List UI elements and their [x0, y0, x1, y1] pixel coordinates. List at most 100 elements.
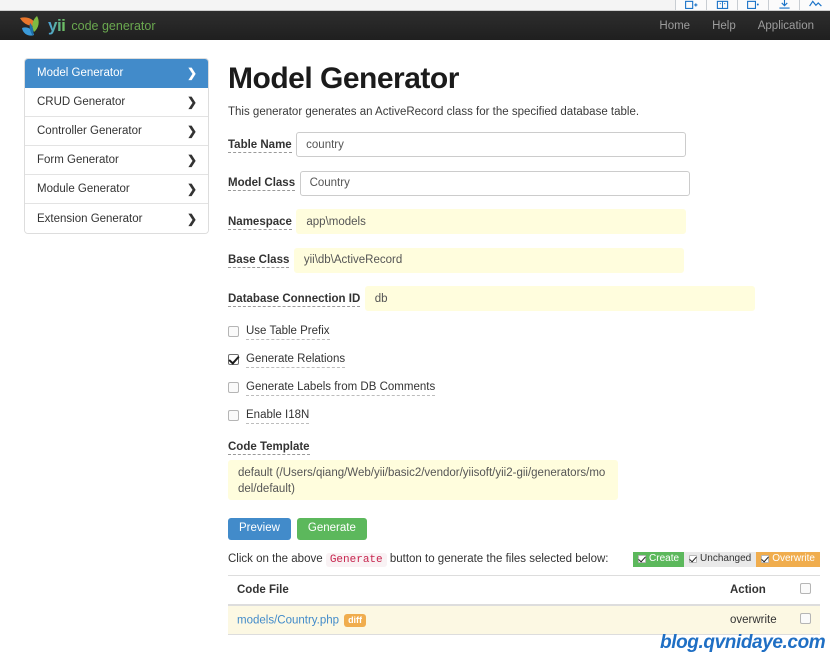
browser-toolbar [0, 0, 830, 11]
sidebar-item-extension-generator[interactable]: Extension Generator ❯ [25, 204, 208, 233]
nav-link-home[interactable]: Home [659, 20, 690, 32]
brand[interactable]: yii code generator [19, 14, 156, 38]
field-label: Model Class [228, 177, 296, 191]
checked-checkbox-icon [638, 555, 647, 563]
field-namespace: Namespace [228, 209, 820, 235]
column-header-code-file: Code File [228, 575, 721, 606]
checkbox-box[interactable] [228, 353, 239, 365]
code-file-link[interactable]: models/Country.php [237, 614, 339, 626]
field-model-class: Model Class [228, 170, 820, 197]
field-table-name: Table Name [228, 132, 820, 158]
nav-link-help[interactable]: Help [712, 20, 736, 32]
window-icon[interactable] [737, 0, 768, 10]
chevron-right-icon: ❯ [186, 95, 197, 109]
sidebar-item-module-generator[interactable]: Module Generator ❯ [25, 175, 208, 204]
sidebar-item-label: Form Generator [37, 154, 119, 166]
diff-badge[interactable]: diff [344, 613, 367, 627]
action-buttons: Preview Generate [228, 517, 820, 540]
page-root: yii code generator Home Help Application… [0, 0, 830, 662]
field-db-connection-id: Database Connection ID [228, 286, 820, 312]
chevron-right-icon: ❯ [186, 66, 197, 80]
preview-button[interactable]: Preview [228, 517, 291, 540]
code-template-input[interactable]: default (/Users/qiang/Web/yii/basic2/ven… [228, 459, 618, 500]
sidebar-item-crud-generator[interactable]: CRUD Generator ❯ [25, 88, 208, 117]
table-header-row: Code File Action [228, 575, 820, 606]
row-checkbox[interactable] [800, 613, 811, 624]
table-name-input[interactable] [296, 132, 687, 157]
checkbox-box[interactable] [228, 325, 239, 337]
generate-button[interactable]: Generate [296, 517, 367, 540]
column-header-select-all [791, 575, 820, 606]
legend-label: Unchanged [700, 553, 752, 564]
checkbox-box[interactable] [228, 381, 239, 393]
top-navbar: yii code generator Home Help Application [0, 11, 830, 40]
brand-tagline: code generator [71, 19, 156, 33]
sidebar-item-form-generator[interactable]: Form Generator ❯ [25, 146, 208, 175]
checkbox-label: Generate Relations [246, 353, 346, 368]
main-content: Model Generator This generator generates… [228, 62, 820, 635]
cell-action: overwrite [721, 605, 791, 635]
chevron-right-icon: ❯ [186, 153, 197, 167]
checkbox-generate-relations[interactable]: Generate Relations [228, 353, 820, 368]
cell-code-file: models/Country.php diff [228, 605, 721, 635]
checkbox-label: Use Table Prefix [246, 325, 330, 340]
field-label: Namespace [228, 215, 292, 230]
sidebar-item-label: Model Generator [37, 67, 124, 79]
column-header-action: Action [721, 575, 791, 606]
sidebar-item-controller-generator[interactable]: Controller Generator ❯ [25, 117, 208, 146]
nav-links: Home Help Application [659, 11, 814, 40]
checked-checkbox-icon [761, 555, 770, 563]
sidebar-item-label: Extension Generator [37, 212, 143, 225]
checkbox-enable-i18n[interactable]: Enable I18N [228, 409, 820, 424]
cell-select [791, 605, 820, 635]
select-all-checkbox[interactable] [800, 583, 811, 594]
checkbox-label: Enable I18N [246, 409, 310, 424]
brand-wordmark: yii [48, 16, 66, 35]
sidebar-item-label: Controller Generator [37, 125, 142, 137]
chevron-right-icon: ❯ [186, 182, 197, 196]
download-icon[interactable] [768, 0, 799, 10]
checkbox-use-table-prefix[interactable]: Use Table Prefix [228, 325, 820, 340]
field-code-template: Code Template default (/Users/qiang/Web/… [228, 437, 820, 500]
model-class-input[interactable] [299, 170, 690, 196]
legend-overwrite[interactable]: Overwrite [756, 552, 820, 567]
page-description: This generator generates an ActiveRecord… [228, 106, 640, 118]
chevron-right-icon: ❯ [186, 124, 197, 138]
namespace-input[interactable] [296, 209, 687, 234]
hint-before: Click on the above [228, 553, 323, 565]
legend-create[interactable]: Create [633, 552, 685, 567]
base-class-input[interactable] [293, 247, 684, 273]
field-label: Database Connection ID [228, 292, 361, 307]
checkbox-label: Generate Labels from DB Comments [246, 381, 436, 396]
watermark: blog.qvnidaye.com [660, 632, 826, 653]
sidebar-item-label: CRUD Generator [37, 96, 126, 108]
generator-sidebar: Model Generator ❯ CRUD Generator ❯ Contr… [24, 58, 209, 234]
checkbox-generate-labels-from-db-comments[interactable]: Generate Labels from DB Comments [228, 381, 820, 396]
checkbox-box[interactable] [228, 409, 239, 421]
table-row: models/Country.php diff overwrite [228, 605, 820, 635]
hint-after: button to generate the files selected be… [389, 553, 609, 565]
page-title: Model Generator [228, 62, 459, 95]
field-label: Code Template [228, 440, 310, 455]
legend-label: Overwrite [772, 553, 815, 564]
generate-hint: Click on the above Generate button to ge… [228, 553, 609, 567]
checked-checkbox-icon [689, 555, 698, 563]
legend-label: Create [649, 553, 680, 564]
chevron-right-icon: ❯ [186, 211, 197, 226]
field-label: Table Name [228, 138, 292, 153]
generate-hint-row: Click on the above Generate button to ge… [228, 552, 820, 567]
yii-leaf-logo [20, 15, 39, 36]
sidebar-item-label: Module Generator [37, 183, 130, 195]
legend-unchanged[interactable]: Unchanged [684, 552, 757, 567]
new-tab-icon[interactable] [675, 0, 706, 10]
book-icon[interactable] [706, 0, 737, 10]
status-legend: Create Unchanged Overwrite [633, 552, 820, 567]
nav-link-application[interactable]: Application [758, 20, 814, 32]
code-files-table: Code File Action models/Country.php diff … [228, 575, 820, 635]
field-base-class: Base Class [228, 247, 820, 274]
activity-icon[interactable] [799, 0, 830, 10]
hint-code: Generate [325, 553, 387, 567]
db-connection-input[interactable] [364, 286, 755, 311]
sidebar-item-model-generator[interactable]: Model Generator ❯ [25, 59, 208, 88]
field-label: Base Class [228, 254, 290, 268]
